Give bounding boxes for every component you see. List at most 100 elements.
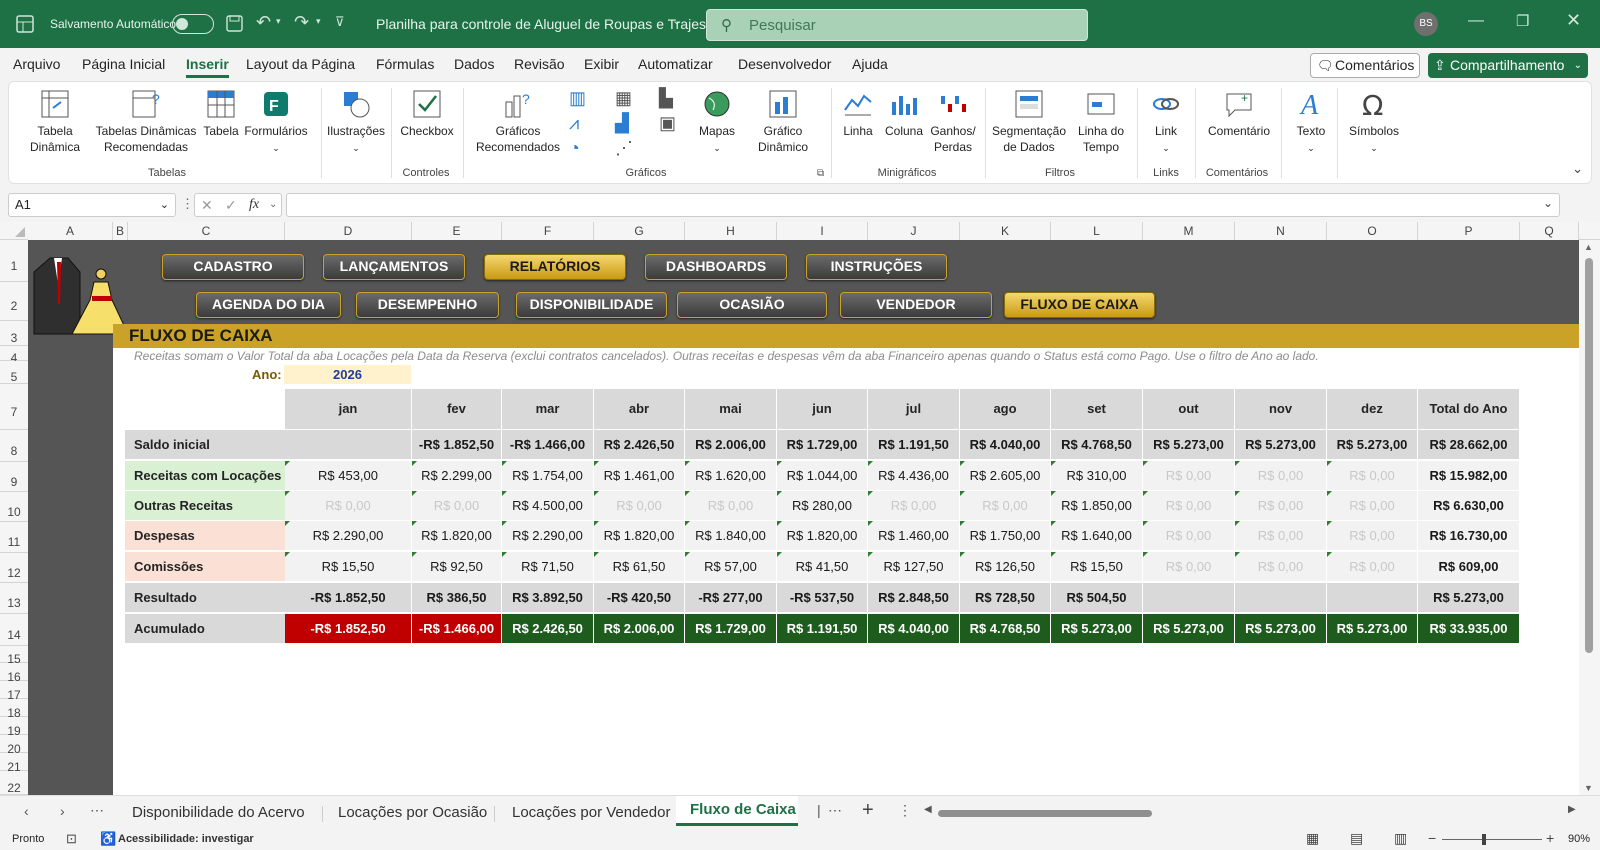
zoom-out-icon[interactable]: − [1428, 830, 1436, 846]
nav-ocasio-button[interactable]: OCASIÃO [677, 292, 827, 318]
cancel-icon[interactable]: ✕ [201, 197, 213, 214]
statistic-chart-icon[interactable]: ▟ [615, 113, 629, 134]
nav-fluxodecaixa-button[interactable]: FLUXO DE CAIXA [1004, 292, 1155, 318]
year-filter[interactable]: 2026 [284, 365, 411, 384]
table-cell[interactable]: R$ 28.662,00 [1418, 430, 1520, 460]
customize-qat-icon[interactable]: ⊽ [335, 14, 345, 30]
table-cell[interactable]: R$ 2.848,50 [868, 583, 960, 613]
column-header-b[interactable]: B [113, 222, 128, 240]
table-cell[interactable]: R$ 5.273,00 [1143, 614, 1235, 644]
pivot-chart-button[interactable]: Gráfico Dinâmico [743, 88, 823, 155]
menu-layout[interactable]: Layout da Página [246, 56, 355, 72]
table-cell[interactable]: R$ 1.460,00 [868, 521, 960, 551]
timeline-button[interactable]: Linha do Tempo [1071, 88, 1131, 155]
search-box[interactable]: ⚲ Pesquisar [706, 9, 1088, 41]
column-header-i[interactable]: I [777, 222, 868, 240]
nav-lanamentos-button[interactable]: LANÇAMENTOS [323, 254, 465, 280]
table-cell[interactable]: R$ 728,50 [960, 583, 1051, 613]
tab-vendedor[interactable]: Locações por Vendedor [512, 804, 670, 821]
recommended-pivot-button[interactable]: ? Tabelas Dinâmicas Recomendadas [91, 88, 201, 155]
column-header-q[interactable]: Q [1520, 222, 1579, 240]
comments-button[interactable]: 🗨 Comentários [1310, 53, 1420, 78]
table-cell[interactable]: R$ 0,00 [285, 491, 412, 521]
accessibility-icon[interactable]: ♿ [100, 831, 116, 847]
table-cell[interactable]: R$ 16.730,00 [1418, 521, 1520, 551]
table-cell[interactable]: R$ 5.273,00 [1327, 614, 1418, 644]
pivot-table-button[interactable]: Tabela Dinâmica [17, 88, 93, 155]
table-cell[interactable]: R$ 15.982,00 [1418, 461, 1520, 491]
table-cell[interactable]: -R$ 1.466,00 [502, 430, 594, 460]
row-header[interactable]: 7 [0, 384, 28, 430]
restore-icon[interactable]: ❐ [1516, 12, 1529, 30]
more-icon[interactable]: ⋮ [898, 802, 912, 819]
row-header[interactable]: 5 [0, 361, 28, 384]
table-cell[interactable] [1235, 583, 1327, 613]
table-cell[interactable]: R$ 1.820,00 [594, 521, 685, 551]
close-icon[interactable]: ✕ [1566, 10, 1581, 31]
text-button[interactable]: A Texto ⌄ [1287, 88, 1335, 156]
save-icon[interactable] [226, 15, 243, 32]
column-header-o[interactable]: O [1327, 222, 1418, 240]
table-cell[interactable]: -R$ 277,00 [685, 583, 777, 613]
table-cell[interactable]: -R$ 1.466,00 [412, 614, 502, 644]
row-header[interactable]: 2 [0, 282, 28, 321]
next-sheet-icon[interactable]: › [60, 803, 65, 819]
function-icon[interactable]: fx [249, 197, 259, 213]
table-cell[interactable]: R$ 0,00 [1143, 461, 1235, 491]
table-cell[interactable]: R$ 5.273,00 [1143, 430, 1235, 460]
menu-inserir[interactable]: Inserir [186, 56, 229, 78]
sparkline-winloss-button[interactable]: Ganhos/ Perdas [927, 88, 979, 155]
share-button[interactable]: ⇪ Compartilhamento ⌄ [1428, 53, 1588, 78]
column-header-k[interactable]: K [960, 222, 1051, 240]
more-sheets-icon[interactable]: ⋯ [828, 802, 842, 819]
row-header[interactable]: 18 [0, 699, 28, 720]
table-cell[interactable]: R$ 0,00 [412, 491, 502, 521]
table-cell[interactable]: R$ 2.426,50 [594, 430, 685, 460]
table-cell[interactable]: R$ 2.006,00 [594, 614, 685, 644]
menu-arquivo[interactable]: Arquivo [13, 56, 60, 72]
row-header[interactable]: 11 [0, 522, 28, 553]
table-cell[interactable]: R$ 4.040,00 [868, 614, 960, 644]
table-cell[interactable]: R$ 5.273,00 [1051, 614, 1143, 644]
avatar[interactable]: BS [1414, 12, 1438, 36]
column-header-e[interactable]: E [412, 222, 502, 240]
scroll-down-icon[interactable]: ▼ [1584, 783, 1593, 793]
table-cell[interactable]: R$ 4.040,00 [960, 430, 1051, 460]
vertical-scrollbar[interactable]: ▲ ▼ [1579, 240, 1600, 795]
table-cell[interactable]: R$ 5.273,00 [1235, 430, 1327, 460]
add-sheet-icon[interactable]: + [862, 799, 874, 822]
table-cell[interactable]: R$ 0,00 [1327, 552, 1418, 582]
collapse-ribbon-icon[interactable]: ⌄ [1572, 161, 1583, 177]
table-cell[interactable]: -R$ 420,50 [594, 583, 685, 613]
table-cell[interactable]: R$ 5.273,00 [1235, 614, 1327, 644]
row-header[interactable]: 17 [0, 681, 28, 702]
tab-fluxo-active[interactable]: Fluxo de Caixa [676, 796, 798, 826]
table-cell[interactable]: -R$ 537,50 [777, 583, 868, 613]
table-cell[interactable]: R$ 1.044,00 [777, 461, 868, 491]
column-header-h[interactable]: H [685, 222, 777, 240]
row-header[interactable]: 21 [0, 753, 28, 774]
sparkline-line-button[interactable]: Linha [835, 88, 881, 139]
row-header[interactable]: 14 [0, 614, 28, 646]
table-cell[interactable]: R$ 1.850,00 [1051, 491, 1143, 521]
scroll-left-icon[interactable]: ◀ [924, 804, 932, 815]
table-cell[interactable]: R$ 1.820,00 [412, 521, 502, 551]
nav-desempenho-button[interactable]: DESEMPENHO [356, 292, 499, 318]
sparkline-column-button[interactable]: Coluna [881, 88, 927, 139]
column-chart-icon[interactable]: ▥ [569, 88, 586, 109]
table-cell[interactable]: R$ 5.273,00 [1327, 430, 1418, 460]
table-cell[interactable]: R$ 386,50 [412, 583, 502, 613]
table-cell[interactable]: R$ 280,00 [777, 491, 868, 521]
table-cell[interactable] [1327, 583, 1418, 613]
more-sheets-icon[interactable]: ⋯ [90, 802, 104, 819]
table-cell[interactable]: R$ 15,50 [285, 552, 412, 582]
column-header-c[interactable]: C [128, 222, 285, 240]
table-cell[interactable]: R$ 1.840,00 [685, 521, 777, 551]
table-cell[interactable]: R$ 0,00 [1143, 521, 1235, 551]
link-button[interactable]: Link ⌄ [1141, 88, 1191, 156]
table-button[interactable]: Tabela [199, 88, 243, 139]
column-header-g[interactable]: G [594, 222, 685, 240]
table-cell[interactable]: R$ 15,50 [1051, 552, 1143, 582]
menu-dados[interactable]: Dados [454, 56, 494, 72]
select-all-icon[interactable] [14, 226, 26, 238]
